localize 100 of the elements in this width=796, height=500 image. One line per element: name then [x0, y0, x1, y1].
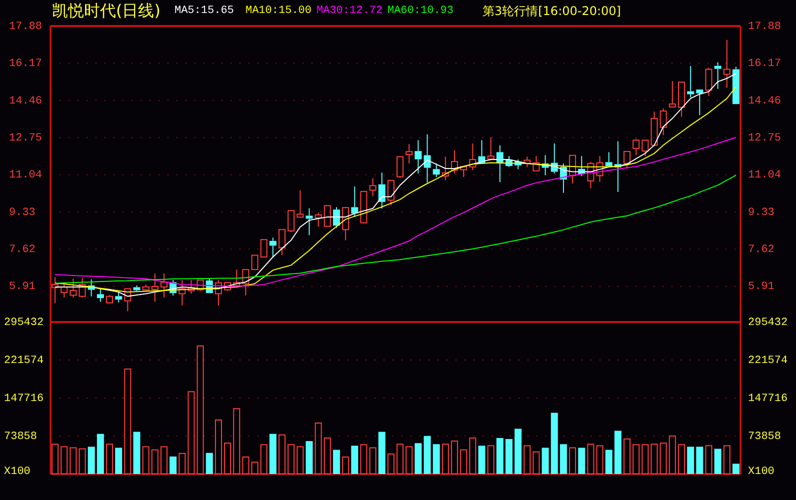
candlestick — [188, 280, 195, 294]
price-axis-label: 7.62 — [9, 244, 36, 256]
volume-bar — [115, 448, 122, 474]
volume-bar — [696, 446, 704, 474]
volume-bar — [269, 434, 276, 474]
candlestick — [196, 279, 204, 292]
candlestick — [224, 282, 232, 292]
candlestick — [542, 154, 549, 176]
candlestick — [642, 140, 649, 157]
candlestick — [70, 278, 77, 298]
candlestick — [432, 162, 440, 178]
candlestick — [696, 89, 704, 116]
price-axis-label: 14.46 — [9, 95, 42, 108]
candlestick — [351, 186, 358, 218]
volume-bar — [432, 444, 440, 474]
volume-axis-label: 221574 — [748, 354, 788, 367]
volume-bar — [133, 432, 140, 474]
candlestick — [514, 159, 522, 170]
volume-bar — [732, 464, 740, 474]
candlestick — [151, 273, 158, 302]
volume-axis-label: X100 — [748, 466, 774, 478]
candlestick — [78, 277, 86, 298]
volume-bar — [214, 419, 222, 474]
volume-bar — [96, 434, 104, 474]
candlestick — [278, 229, 286, 256]
price-axis-label: 17.88 — [748, 20, 782, 33]
volume-bar — [170, 456, 177, 474]
volume-bar — [524, 445, 531, 474]
volume-bar — [532, 451, 540, 474]
candlestick — [306, 208, 313, 236]
candlestick — [314, 212, 322, 228]
volume-bar — [52, 444, 59, 474]
candlestick — [714, 62, 722, 90]
candlestick — [414, 140, 422, 174]
candlestick — [324, 204, 331, 228]
volume-bar — [378, 432, 386, 474]
volume-axis-label: 73858 — [748, 430, 782, 443]
candlestick — [605, 152, 612, 168]
volume-bar — [642, 444, 649, 474]
volume-bar — [550, 412, 558, 474]
volume-bar — [242, 456, 250, 474]
candlestick — [260, 239, 268, 258]
candlestick — [133, 284, 140, 292]
candlestick — [124, 288, 132, 312]
candlestick — [406, 144, 413, 164]
volume-bar — [487, 445, 494, 474]
candlestick — [451, 150, 458, 174]
volume-axis-label: 147716 — [4, 392, 44, 405]
candlestick — [532, 156, 540, 172]
candlestick — [505, 156, 512, 168]
volume-bar — [650, 444, 658, 474]
legend-label: MA10:15.00 — [245, 4, 312, 19]
volume-bar — [496, 438, 504, 474]
candlestick — [660, 108, 667, 136]
candlestick — [251, 254, 258, 271]
volume-bar — [70, 447, 77, 474]
candlestick — [160, 273, 168, 298]
candlestick — [170, 280, 177, 296]
price-axis-label: 16.17 — [9, 58, 42, 70]
volume-bar — [605, 450, 612, 474]
price-axis-label: 17.88 — [9, 20, 42, 33]
price-axis-label: 7.62 — [748, 244, 774, 256]
legend-label: MA5:15.65 — [174, 4, 235, 19]
volume-bar — [332, 450, 340, 474]
candlestick — [178, 280, 186, 306]
candlestick — [442, 156, 449, 181]
candlestick — [596, 156, 604, 182]
volume-bar — [278, 434, 286, 474]
price-axis-label: 9.33 — [748, 206, 774, 219]
volume-bar — [406, 446, 413, 474]
volume-axis-label: 295432 — [748, 316, 788, 329]
candlestick — [369, 178, 376, 197]
volume-bar — [296, 446, 304, 474]
stock-title: 凯悦时代(日线) — [52, 1, 160, 21]
candlestick — [614, 140, 622, 192]
volume-bar — [587, 444, 594, 474]
candlestick — [96, 288, 104, 302]
volume-bar — [460, 449, 468, 474]
candlestick — [360, 190, 368, 224]
candlestick — [214, 280, 222, 306]
volume-axis-label: 73858 — [4, 430, 38, 443]
volume-axis-label: 295432 — [4, 316, 44, 329]
candlestick — [550, 142, 558, 174]
candlestick — [396, 156, 404, 178]
candlestick — [242, 269, 250, 296]
legend-label: MA60:10.93 — [387, 4, 454, 19]
volume-bar — [206, 452, 213, 474]
candlestick — [569, 154, 576, 184]
session-label: 第3轮行情[16:00-20:00] — [482, 3, 621, 20]
volume-bar — [88, 446, 95, 474]
volume-bar — [251, 462, 258, 474]
price-axis-label: 12.75 — [748, 132, 782, 144]
volume-bar — [224, 442, 232, 474]
candlestick — [687, 66, 694, 98]
candlestick — [524, 156, 531, 168]
volume-bar — [578, 448, 586, 474]
volume-axis-label: 221574 — [4, 354, 44, 367]
volume-bar — [360, 444, 368, 474]
candlestick — [233, 269, 240, 286]
price-axis-label: 14.46 — [748, 95, 782, 108]
